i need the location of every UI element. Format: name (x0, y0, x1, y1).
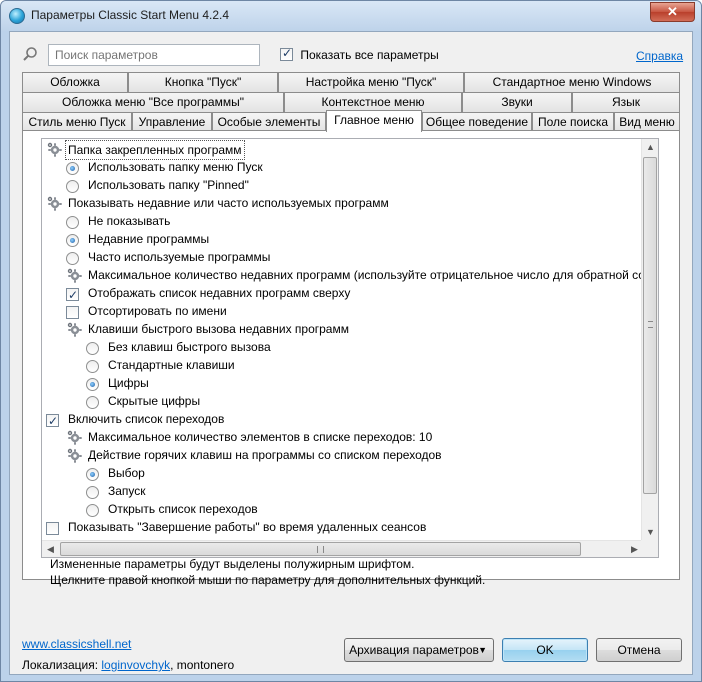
tab-start-button[interactable]: Кнопка "Пуск" (128, 72, 278, 92)
setting-label: Скрытые цифры (108, 394, 201, 408)
localization-credits: Локализация: loginvovchyk, montonero (22, 658, 234, 672)
setting-label: Использовать папку "Pinned" (88, 178, 249, 192)
setting-label: Стандартные клавиши (108, 358, 235, 372)
tab-windows-start-menu[interactable]: Стандартное меню Windows (464, 72, 680, 92)
show-all-label: Показать все параметры (300, 48, 439, 62)
setting-label: Без клавиш быстрого вызова (108, 340, 271, 354)
checkbox[interactable] (46, 520, 59, 538)
tab-language[interactable]: Язык (572, 92, 680, 112)
dialog-body: Показать все параметры Справка Обложка К… (9, 31, 693, 675)
tab-controls[interactable]: Управление (132, 112, 212, 132)
radio-button[interactable] (86, 376, 99, 394)
search-input[interactable] (48, 44, 260, 66)
setting-label: Показывать "Завершение работы" во время … (68, 520, 427, 534)
show-all-option[interactable]: Показать все параметры (280, 46, 439, 62)
radio-button[interactable] (86, 466, 99, 484)
setting-label: Отображать список недавних программ свер… (88, 286, 351, 300)
tab-row-1: Обложка Кнопка "Пуск" Настройка меню "Пу… (22, 72, 680, 92)
gear-icon (66, 321, 82, 342)
checkbox[interactable] (66, 304, 79, 322)
setting-label: Часто используемые программы (88, 250, 271, 264)
classic-shell-icon (9, 8, 25, 24)
tab-context-menu[interactable]: Контекстное меню (284, 92, 462, 112)
backup-settings-button[interactable]: Архивация параметров ▼ (344, 638, 494, 662)
scroll-down-icon[interactable]: ▼ (642, 524, 658, 541)
info-line-1: Измененные параметры будут выделены полу… (50, 557, 415, 571)
checkbox[interactable] (46, 412, 59, 430)
vertical-scroll-thumb[interactable] (643, 157, 657, 494)
setting-label: Использовать папку меню Пуск (88, 160, 263, 174)
gear-icon (46, 141, 62, 162)
horizontal-scrollbar[interactable]: ◀ ▶ (42, 540, 643, 557)
scroll-left-icon[interactable]: ◀ (42, 541, 59, 557)
setting-label: Клавиши быстрого вызова недавних програм… (88, 322, 349, 336)
tab-general-behavior[interactable]: Общее поведение (422, 112, 532, 132)
horizontal-scroll-thumb[interactable] (60, 542, 581, 556)
tab-sounds[interactable]: Звуки (462, 92, 572, 112)
setting-label: Включить список переходов (68, 412, 225, 426)
search-icon (23, 47, 37, 61)
backup-settings-label: Архивация параметров (349, 643, 479, 657)
gear-icon (66, 267, 82, 288)
tab-customize-start-menu[interactable]: Настройка меню "Пуск" (278, 72, 464, 92)
tab-menu-style[interactable]: Стиль меню Пуск (22, 112, 132, 132)
scroll-up-icon[interactable]: ▲ (642, 139, 658, 156)
gear-icon (66, 447, 82, 468)
tab-all-programs-skin[interactable]: Обложка меню "Все программы" (22, 92, 284, 112)
localization-label: Локализация: (22, 658, 99, 672)
setting-label: Действие горячих клавиш на программы со … (88, 448, 442, 462)
tab-panel-main-menu: Папка закрепленных программ Использовать … (22, 130, 680, 587)
tab-search-box[interactable]: Поле поиска (532, 112, 614, 132)
setting-label: Показывать недавние или часто используем… (68, 196, 389, 210)
tab-row-2: Обложка меню "Все программы" Контекстное… (22, 92, 680, 112)
radio-button[interactable] (86, 358, 99, 376)
close-button[interactable]: ✕ (650, 2, 695, 22)
setting-label: Выбор (108, 466, 145, 480)
show-all-checkbox[interactable] (280, 46, 293, 61)
checkbox[interactable] (66, 286, 79, 304)
tab-skin[interactable]: Обложка (22, 72, 128, 92)
tab-row-3: Стиль меню Пуск Управление Особые элемен… (22, 110, 680, 132)
setting-label: Запуск (108, 484, 146, 498)
setting-label: Отсортировать по имени (88, 304, 227, 318)
localization-author-link[interactable]: loginvovchyk (101, 658, 170, 672)
radio-button[interactable] (66, 214, 79, 232)
localization-other-author: , montonero (170, 658, 235, 672)
ok-button[interactable]: OK (502, 638, 588, 662)
gear-icon (46, 195, 62, 216)
vertical-scrollbar[interactable]: ▲ ▼ (641, 139, 658, 541)
setting-label: Папка закрепленных программ (65, 140, 245, 160)
title-bar: Параметры Classic Start Menu 4.2.4 ✕ (1, 1, 701, 31)
setting-label: Максимальное количество недавних програм… (88, 268, 652, 282)
radio-button[interactable] (86, 340, 99, 358)
radio-button[interactable] (66, 250, 79, 268)
scrollbar-corner (641, 540, 658, 557)
dropdown-arrow-icon: ▼ (478, 645, 487, 655)
setting-label: Недавние программы (88, 232, 210, 246)
radio-button[interactable] (66, 232, 79, 250)
setting-label: Цифры (108, 376, 149, 390)
tab-menu-look[interactable]: Вид меню (614, 112, 680, 132)
setting-label: Максимальное количество элементов в спис… (88, 430, 433, 444)
cancel-button[interactable]: Отмена (596, 638, 682, 662)
settings-window: Параметры Classic Start Menu 4.2.4 ✕ Пок… (0, 0, 702, 682)
tab-special-items[interactable]: Особые элементы (212, 112, 326, 132)
radio-button[interactable] (66, 160, 79, 178)
window-title: Параметры Classic Start Menu 4.2.4 (31, 8, 230, 22)
classicshell-site-link[interactable]: www.classicshell.net (22, 637, 131, 651)
settings-tree: Папка закрепленных программ Использовать … (41, 138, 659, 558)
info-line-2: Щелкните правой кнопкой мыши по параметр… (50, 573, 486, 587)
help-link[interactable]: Справка (636, 49, 683, 63)
setting-label: Открыть список переходов (108, 502, 258, 516)
radio-button[interactable] (86, 484, 99, 502)
setting-label: Не показывать (88, 214, 171, 228)
tab-main-menu[interactable]: Главное меню (326, 110, 422, 132)
